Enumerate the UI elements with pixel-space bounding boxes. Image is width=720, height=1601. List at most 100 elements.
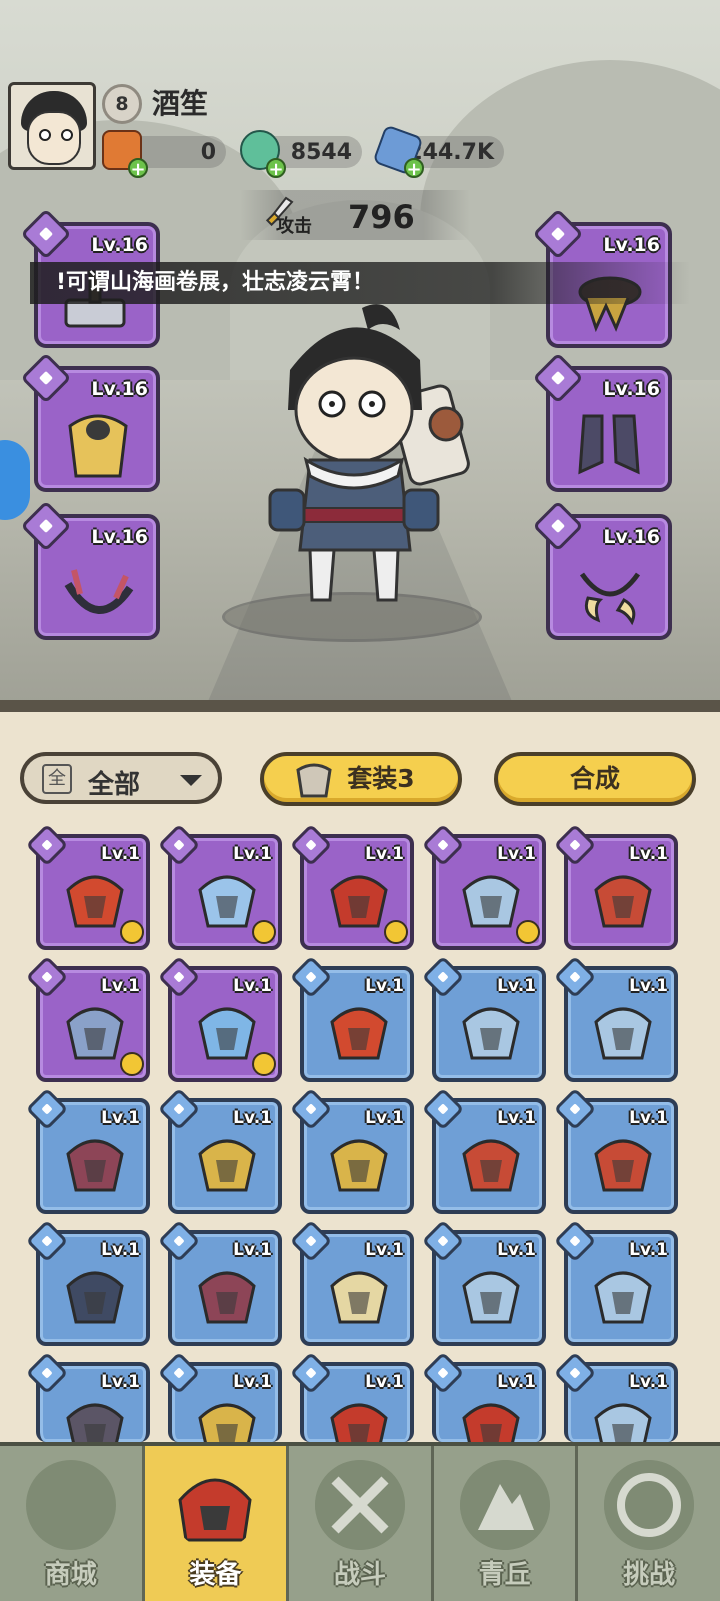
nav-label: 战斗 — [333, 1560, 386, 1590]
inventory-item[interactable]: Lv.1 — [289, 1351, 414, 1456]
plus-icon[interactable]: + — [128, 158, 148, 180]
chevron-down-icon — [180, 775, 202, 786]
equipment-art-icon — [330, 875, 388, 928]
player-avatar[interactable] — [8, 82, 96, 170]
inventory-item[interactable]: Lv.1 — [289, 1219, 414, 1346]
item-level: Lv.1 — [497, 976, 536, 996]
slot-level: Lv.16 — [603, 378, 660, 400]
notice-banner: !可谓山海画卷展，壮志凌云霄！ — [30, 262, 690, 304]
item-level: Lv.1 — [233, 844, 272, 864]
resource-scroll[interactable]: + 0 — [102, 130, 226, 180]
equipment-art-icon — [330, 1139, 388, 1192]
inventory-item[interactable]: Lv.1 — [553, 1351, 678, 1456]
filter-all-icon: 全 — [42, 764, 72, 794]
item-level: Lv.1 — [497, 1108, 536, 1128]
inventory-item[interactable]: Lv.1 — [421, 955, 546, 1082]
equipment-art-icon — [66, 1271, 124, 1324]
item-level: Lv.1 — [233, 1240, 272, 1260]
horn-necklace-icon — [64, 569, 134, 614]
inventory-item[interactable]: Lv.1 — [289, 1087, 414, 1214]
item-level: Lv.1 — [365, 844, 404, 864]
equipped-slot-necklace[interactable]: Lv.16 — [20, 500, 160, 640]
slot-level: Lv.16 — [603, 234, 660, 256]
item-level: Lv.1 — [101, 1108, 140, 1128]
nav-shop[interactable]: 商城 — [0, 1446, 145, 1601]
inventory-item[interactable]: Lv.1 — [157, 823, 282, 950]
filter-label: 全部 — [88, 770, 141, 800]
nav-label: 挑战 — [623, 1560, 676, 1590]
equipment-art-icon — [594, 1007, 652, 1060]
boots-icon — [578, 414, 640, 475]
inventory-item[interactable]: Lv.1 — [157, 955, 282, 1082]
item-level: Lv.1 — [629, 976, 668, 996]
inventory-item[interactable]: Lv.1 — [157, 1087, 282, 1214]
nav-battle[interactable]: 战斗 — [289, 1446, 434, 1601]
nav-qingqiu[interactable]: 青丘 — [434, 1446, 579, 1601]
equipment-icon — [178, 1478, 252, 1542]
attack-label: 攻击 — [276, 216, 312, 237]
item-level: Lv.1 — [365, 1108, 404, 1128]
item-level: Lv.1 — [629, 1372, 668, 1392]
inventory-item[interactable]: Lv.1 — [553, 1087, 678, 1214]
qingqiu-icon — [459, 1460, 550, 1550]
floating-assist-button[interactable] — [0, 440, 30, 520]
plus-icon[interactable]: + — [404, 158, 424, 180]
inventory-item[interactable]: Lv.1 — [157, 1351, 282, 1456]
equipped-badge-icon — [516, 920, 540, 944]
inventory-item[interactable]: Lv.1 — [25, 955, 150, 1082]
item-level: Lv.1 — [365, 976, 404, 996]
equipment-art-icon — [198, 875, 256, 928]
merge-button[interactable]: 合成 — [494, 752, 696, 806]
resource-crystal[interactable]: + 244.7K — [372, 124, 504, 180]
item-level: Lv.1 — [365, 1240, 404, 1260]
inventory-item[interactable]: Lv.1 — [553, 955, 678, 1082]
nav-label: 青丘 — [478, 1560, 531, 1590]
equipment-art-icon — [462, 1271, 520, 1324]
filter-dropdown[interactable]: 全 全部 — [20, 752, 222, 804]
merge-button-label: 合成 — [569, 764, 620, 793]
battle-icon — [314, 1460, 405, 1550]
slot-level: Lv.16 — [91, 378, 148, 400]
equipment-art-icon — [198, 1139, 256, 1192]
nav-challenge[interactable]: 挑战 — [578, 1446, 720, 1601]
slot-level: Lv.16 — [603, 526, 660, 548]
inventory-item[interactable]: Lv.1 — [25, 823, 150, 950]
inventory-item[interactable]: Lv.1 — [25, 1219, 150, 1346]
resource-jade[interactable]: + 8544 — [240, 130, 362, 180]
equipment-art-icon — [462, 875, 520, 928]
item-level: Lv.1 — [629, 844, 668, 864]
inventory-item[interactable]: Lv.1 — [25, 1087, 150, 1214]
equipped-slot-ring[interactable]: Lv.16 — [532, 500, 672, 640]
inventory-item[interactable]: Lv.1 — [421, 1351, 546, 1456]
armor-set-icon — [296, 763, 332, 798]
nav-equipment[interactable]: 装备 — [144, 1446, 290, 1601]
equipment-art-icon — [330, 1007, 388, 1060]
item-level: Lv.1 — [101, 976, 140, 996]
player-level-badge: 8 — [102, 84, 142, 124]
scene-divider — [0, 700, 720, 712]
slot-level: Lv.16 — [91, 526, 148, 548]
equipped-badge-icon — [384, 920, 408, 944]
inventory-item[interactable]: Lv.1 — [289, 955, 414, 1082]
inventory-item[interactable]: Lv.1 — [553, 1219, 678, 1346]
resource-scroll-value: 0 — [200, 139, 216, 165]
item-level: Lv.1 — [233, 1372, 272, 1392]
inventory-item[interactable]: Lv.1 — [289, 823, 414, 950]
inventory-item[interactable]: Lv.1 — [421, 1219, 546, 1346]
plus-icon[interactable]: + — [266, 158, 286, 180]
equipped-slot-boots[interactable]: Lv.16 — [532, 352, 672, 492]
inventory-item[interactable]: Lv.1 — [421, 823, 546, 950]
equipped-badge-icon — [252, 1052, 276, 1076]
equipped-slot-armor[interactable]: Lv.16 — [20, 352, 160, 492]
nav-label: 装备 — [189, 1560, 242, 1590]
set-button[interactable]: 套装3 — [260, 752, 462, 806]
inventory-item[interactable]: Lv.1 — [157, 1219, 282, 1346]
inventory-item[interactable]: Lv.1 — [421, 1087, 546, 1214]
equipped-badge-icon — [120, 1052, 144, 1076]
hero-character[interactable] — [250, 300, 480, 640]
item-level: Lv.1 — [233, 976, 272, 996]
inventory-item[interactable]: Lv.1 — [25, 1351, 150, 1456]
item-level: Lv.1 — [101, 1372, 140, 1392]
equipment-art-icon — [594, 1139, 652, 1192]
inventory-item[interactable]: Lv.1 — [553, 823, 678, 950]
